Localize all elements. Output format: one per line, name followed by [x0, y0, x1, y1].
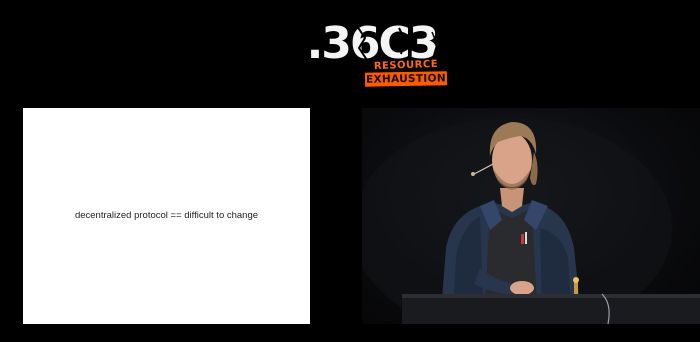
speaker-video-feed	[362, 108, 700, 324]
logo-tagline: EXHAUSTION	[364, 71, 448, 87]
video-frame: .36C3 RESOURCE EXHAUSTION decentralized …	[0, 0, 700, 342]
presentation-slide: decentralized protocol == difficult to c…	[23, 108, 310, 324]
speaker-illustration	[362, 118, 700, 324]
slide-text: decentralized protocol == difficult to c…	[74, 210, 259, 221]
event-logo: .36C3 RESOURCE EXHAUSTION	[287, 20, 457, 90]
